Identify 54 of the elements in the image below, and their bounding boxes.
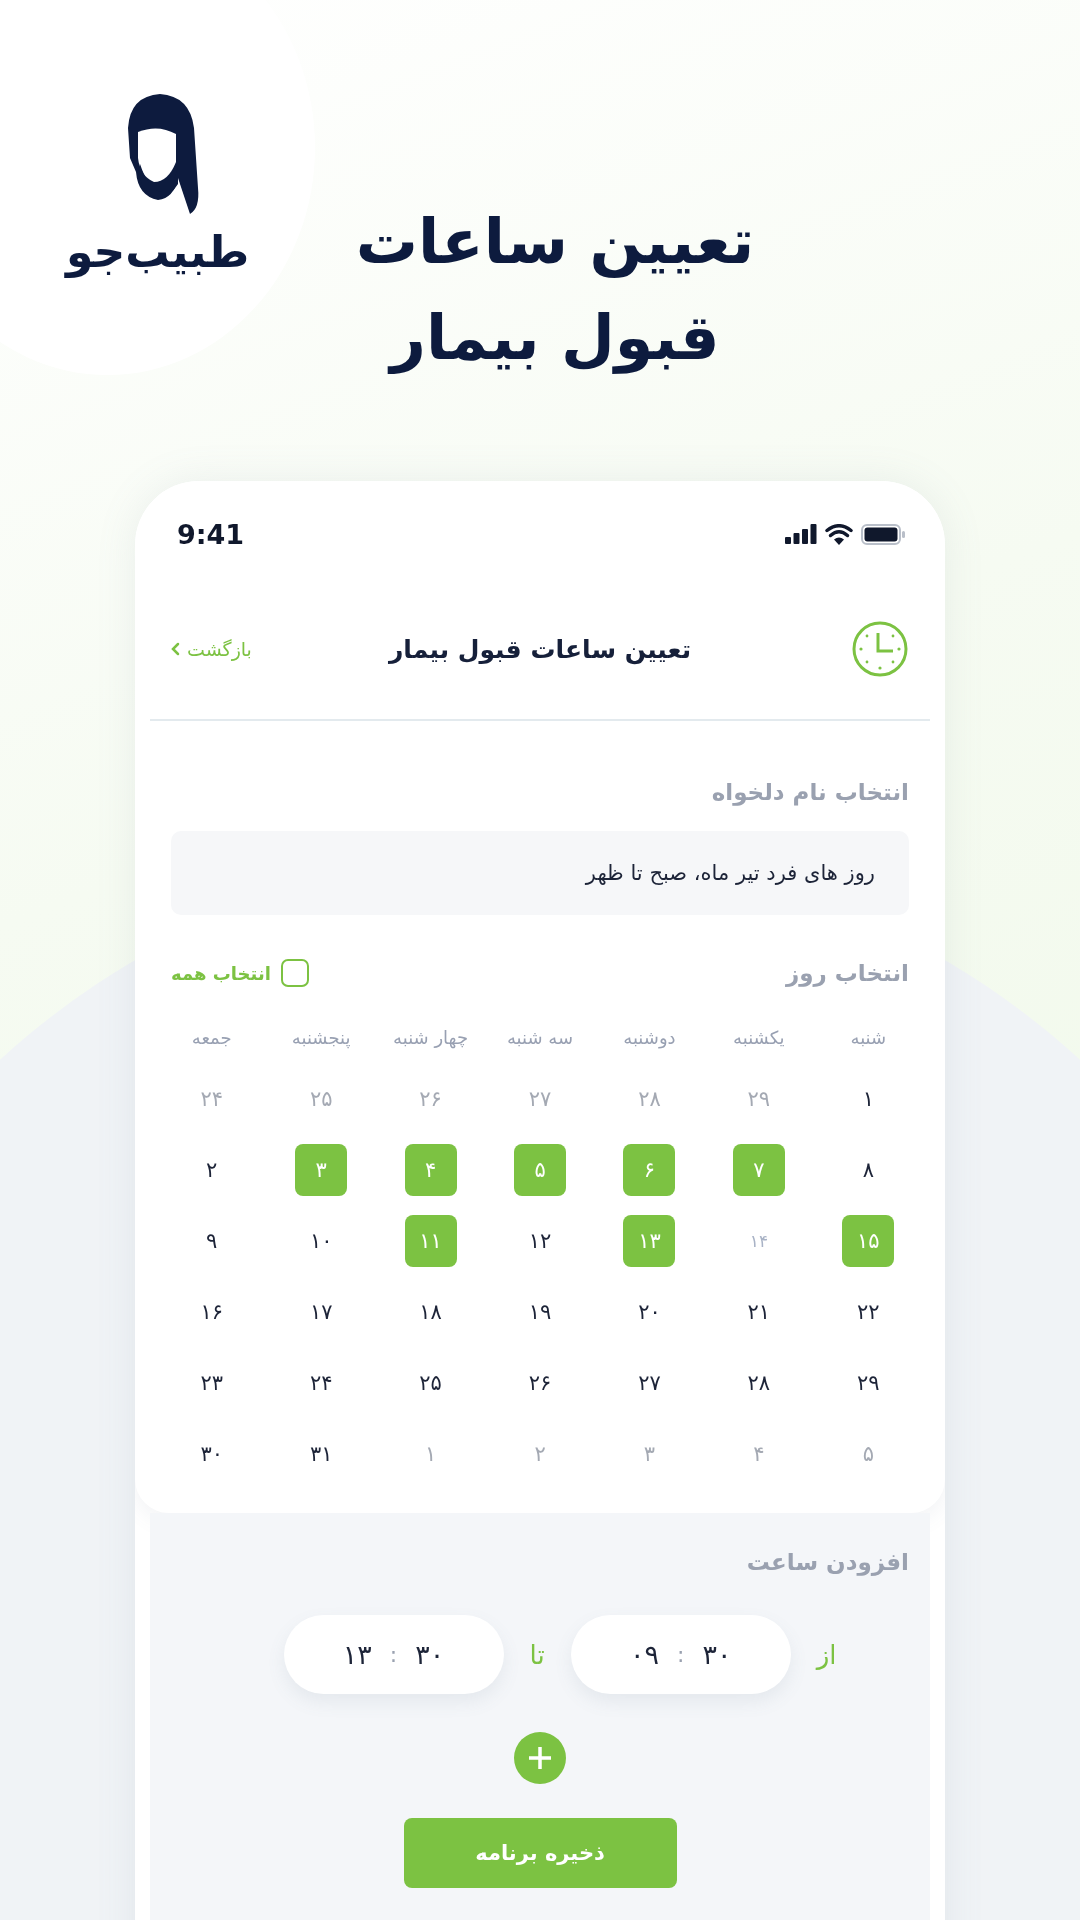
time-separator: : <box>677 1642 685 1667</box>
calendar-day[interactable]: ۱۷ <box>295 1285 348 1338</box>
section-label: افزودن ساعت <box>745 1549 909 1575</box>
hour-value: ۰۹ <box>630 1639 659 1670</box>
minute-value: ۳۰ <box>415 1639 445 1670</box>
calendar-day[interactable]: ۲۸ <box>732 1356 785 1409</box>
calendar-day[interactable]: ۱۹ <box>514 1285 566 1338</box>
weekday-label: یکشنبه <box>732 1027 786 1050</box>
time-field[interactable]: ۳۰ : ۱۳ <box>283 1615 504 1694</box>
battery-icon <box>861 523 905 545</box>
add-button[interactable] <box>514 1732 566 1784</box>
calendar-day[interactable]: ۱۰ <box>295 1214 348 1267</box>
calendar-day[interactable]: ۲۰ <box>623 1285 676 1338</box>
signal-icon <box>785 524 817 544</box>
to-label: تا <box>529 1639 545 1670</box>
time-separator: : <box>389 1642 398 1667</box>
weekday-label: دوشنبه <box>622 1027 677 1051</box>
calendar-day[interactable]: ۱۶ <box>185 1285 238 1338</box>
calendar-day[interactable]: ۲ <box>185 1143 238 1196</box>
hour-value: ۱۳ <box>342 1639 372 1670</box>
headline: تعیین ساعات <box>355 205 755 280</box>
status-time: 9:41 <box>177 518 245 550</box>
weekday-label: سه شنبه <box>505 1027 575 1050</box>
calendar-day[interactable]: ۱۸ <box>404 1285 457 1338</box>
section-label: انتخاب نام دلخواه <box>710 779 909 805</box>
time-field[interactable]: ۳۰ : ۰۹ <box>570 1615 791 1694</box>
calendar-day[interactable]: ۲۷ <box>623 1356 676 1409</box>
screen-title: تعیین ساعات قبول بیمار <box>388 634 692 664</box>
weekday-label: شنبه <box>849 1027 888 1050</box>
weekday-label: جمعه <box>190 1027 233 1050</box>
calendar-day[interactable]: ۲۱ <box>732 1285 785 1338</box>
logo-text: طبیب‌جو <box>65 226 250 277</box>
calendar-day[interactable]: ۲۹ <box>842 1356 895 1409</box>
calendar-day[interactable]: ۹ <box>185 1214 238 1267</box>
wifi-icon <box>825 523 853 545</box>
calendar-day[interactable]: ۳۱ <box>295 1427 348 1480</box>
calendar-day[interactable]: ۸ <box>842 1143 895 1196</box>
weekday-label: چهار شنبه <box>392 1027 470 1051</box>
calendar-day[interactable]: ۲۵ <box>404 1356 457 1409</box>
calendar-day[interactable]: ۲۴ <box>295 1356 348 1409</box>
calendar-day[interactable]: ۲۳ <box>185 1356 238 1409</box>
minute-value: ۳۰ <box>702 1639 732 1670</box>
calendar-day[interactable]: ۲۶ <box>514 1356 566 1409</box>
checkbox[interactable] <box>280 959 309 987</box>
weekday-label: پنجشنبه <box>290 1027 352 1051</box>
name-field[interactable]: روز های فرد تیر ماه، صبح تا ظهر <box>171 831 909 915</box>
section-label: انتخاب روز <box>785 960 909 986</box>
from-label: از <box>816 1639 837 1670</box>
chevron-icon <box>171 641 181 657</box>
calendar-day[interactable]: ۲۲ <box>842 1285 895 1338</box>
calendar-day[interactable]: ۳۰ <box>185 1427 238 1480</box>
calendar-day[interactable]: ۱۲ <box>514 1214 566 1267</box>
clock-icon <box>851 620 909 678</box>
calendar-day[interactable]: ۱ <box>842 1072 895 1125</box>
